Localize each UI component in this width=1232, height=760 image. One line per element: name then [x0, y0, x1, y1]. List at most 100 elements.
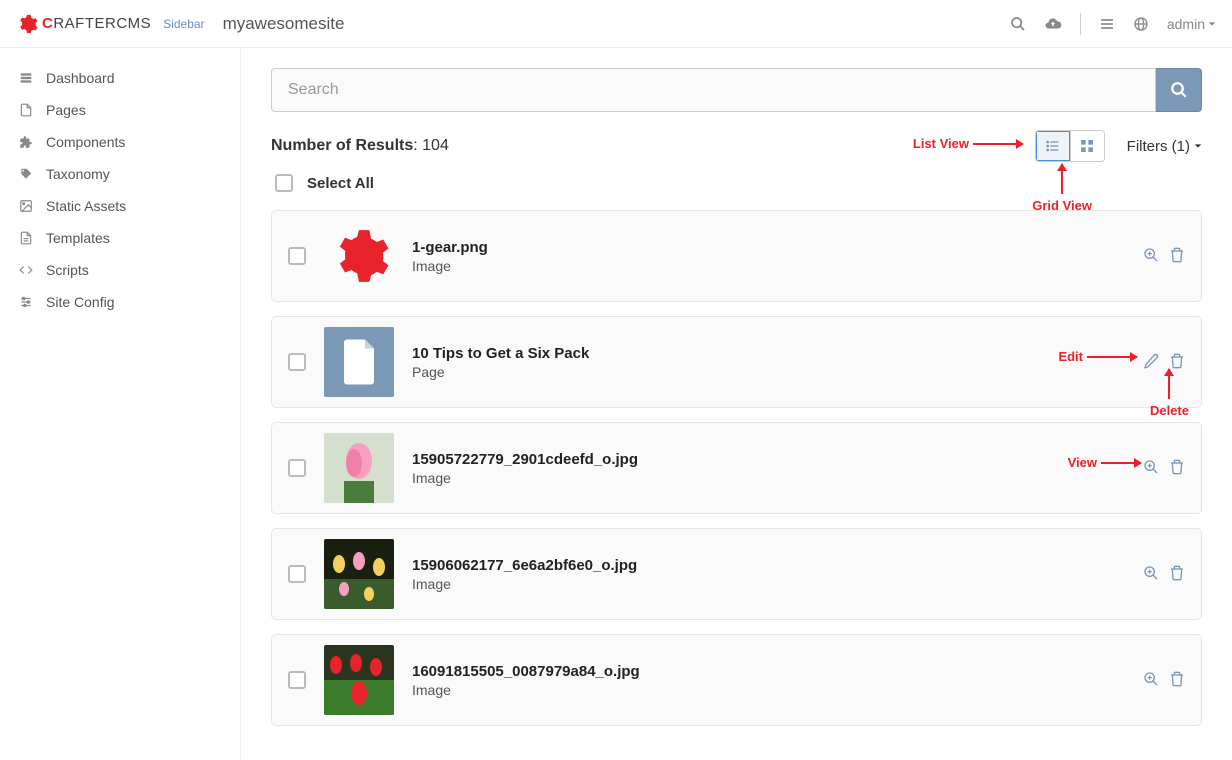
sidebar-item-templates[interactable]: Templates — [0, 222, 240, 254]
logo-text: CRAFTERCMS — [42, 15, 151, 32]
caret-down-icon — [1194, 142, 1202, 150]
view-toggle — [1035, 130, 1105, 162]
item-checkbox[interactable] — [288, 459, 306, 477]
logo[interactable]: CRAFTERCMS — [16, 13, 151, 35]
select-all-row: Select All — [271, 174, 1202, 192]
view-action[interactable] — [1143, 671, 1159, 690]
zoom-icon — [1143, 565, 1159, 581]
search-input[interactable] — [271, 68, 1156, 112]
results-bar: Number of Results: 104 List View Grid Vi… — [271, 130, 1202, 162]
search-icon — [1170, 81, 1188, 99]
item-type: Page — [412, 364, 1125, 380]
user-label: admin — [1167, 16, 1205, 32]
sidebar-item-static-assets[interactable]: Static Assets — [0, 190, 240, 222]
sidebar-item-label: Components — [46, 134, 125, 150]
item-type: Image — [412, 470, 1125, 486]
zoom-icon — [1143, 459, 1159, 475]
sidebar-item-components[interactable]: Components — [0, 126, 240, 158]
item-checkbox[interactable] — [288, 247, 306, 265]
sidebar-item-taxonomy[interactable]: Taxonomy — [0, 158, 240, 190]
item-checkbox[interactable] — [288, 671, 306, 689]
search-bar — [271, 68, 1202, 112]
delete-action[interactable] — [1169, 247, 1185, 266]
file-icon — [18, 102, 34, 118]
sidebar: Dashboard Pages Components Taxonomy Stat… — [0, 48, 240, 760]
zoom-icon — [1143, 247, 1159, 263]
sidebar-item-label: Static Assets — [46, 198, 126, 214]
item-type: Image — [412, 682, 1125, 698]
item-checkbox[interactable] — [288, 565, 306, 583]
item-thumbnail — [324, 645, 394, 715]
image-placeholder-icon — [324, 645, 394, 715]
item-type: Image — [412, 576, 1125, 592]
trash-icon — [1169, 247, 1185, 263]
search-button[interactable] — [1156, 68, 1202, 112]
list-view-button[interactable] — [1036, 131, 1070, 161]
gear-icon — [16, 13, 38, 35]
divider — [1080, 13, 1081, 35]
item-title: 15905722779_2901cdeefd_o.jpg — [412, 451, 1125, 468]
list-icon — [1045, 138, 1061, 154]
trash-icon — [1169, 353, 1185, 369]
code-icon — [18, 262, 34, 278]
delete-action[interactable] — [1169, 353, 1185, 372]
image-placeholder-icon — [324, 539, 394, 609]
delete-action[interactable] — [1169, 671, 1185, 690]
item-thumbnail — [324, 221, 394, 291]
cloud-upload-icon[interactable] — [1044, 15, 1062, 33]
select-all-label: Select All — [307, 175, 374, 192]
caret-down-icon — [1208, 20, 1216, 28]
page-icon — [341, 339, 377, 385]
result-item: 16091815505_0087979a84_o.jpg Image — [271, 634, 1202, 726]
result-item: 15905722779_2901cdeefd_o.jpg Image View — [271, 422, 1202, 514]
trash-icon — [1169, 671, 1185, 687]
item-checkbox[interactable] — [288, 353, 306, 371]
view-action[interactable] — [1143, 459, 1159, 478]
item-title: 1-gear.png — [412, 239, 1125, 256]
delete-action[interactable] — [1169, 459, 1185, 478]
puzzle-icon — [18, 134, 34, 150]
item-title: 10 Tips to Get a Six Pack — [412, 345, 1125, 362]
item-title: 16091815505_0087979a84_o.jpg — [412, 663, 1125, 680]
sidebar-item-site-config[interactable]: Site Config — [0, 286, 240, 318]
trash-icon — [1169, 565, 1185, 581]
pencil-icon — [1143, 353, 1159, 369]
sidebar-item-dashboard[interactable]: Dashboard — [0, 62, 240, 94]
user-menu[interactable]: admin — [1167, 16, 1216, 32]
sidebar-item-pages[interactable]: Pages — [0, 94, 240, 126]
result-item: 1-gear.png Image — [271, 210, 1202, 302]
sidebar-item-scripts[interactable]: Scripts — [0, 254, 240, 286]
sidebar-item-label: Site Config — [46, 294, 114, 310]
trash-icon — [1169, 459, 1185, 475]
sidebar-item-label: Scripts — [46, 262, 89, 278]
sidebar-toggle[interactable]: Sidebar — [163, 17, 204, 31]
search-icon[interactable] — [1010, 16, 1026, 32]
view-action[interactable] — [1143, 247, 1159, 266]
results-count: Number of Results: 104 — [271, 137, 449, 155]
edit-action[interactable] — [1143, 353, 1159, 372]
dashboard-icon — [18, 70, 34, 86]
select-all-checkbox[interactable] — [275, 174, 293, 192]
globe-icon[interactable] — [1133, 16, 1149, 32]
item-thumbnail — [324, 327, 394, 397]
tag-icon — [18, 166, 34, 182]
filters-button[interactable]: Filters (1) — [1127, 138, 1202, 155]
sidebar-item-label: Taxonomy — [46, 166, 110, 182]
filters-label: Filters (1) — [1127, 138, 1190, 155]
zoom-icon — [1143, 671, 1159, 687]
main-content: Number of Results: 104 List View Grid Vi… — [240, 48, 1232, 760]
delete-action[interactable] — [1169, 565, 1185, 584]
template-icon — [18, 230, 34, 246]
result-item: 10 Tips to Get a Six Pack Page Edit Dele… — [271, 316, 1202, 408]
menu-icon[interactable] — [1099, 16, 1115, 32]
image-icon — [18, 198, 34, 214]
item-thumbnail — [324, 433, 394, 503]
view-action[interactable] — [1143, 565, 1159, 584]
annotation-list-view: List View — [913, 136, 1027, 151]
sidebar-item-label: Pages — [46, 102, 86, 118]
gear-icon — [328, 225, 390, 287]
sliders-icon — [18, 294, 34, 310]
site-name: myawesomesite — [223, 14, 345, 34]
grid-view-button[interactable] — [1070, 131, 1104, 161]
top-bar: CRAFTERCMS Sidebar myawesomesite admin — [0, 0, 1232, 48]
